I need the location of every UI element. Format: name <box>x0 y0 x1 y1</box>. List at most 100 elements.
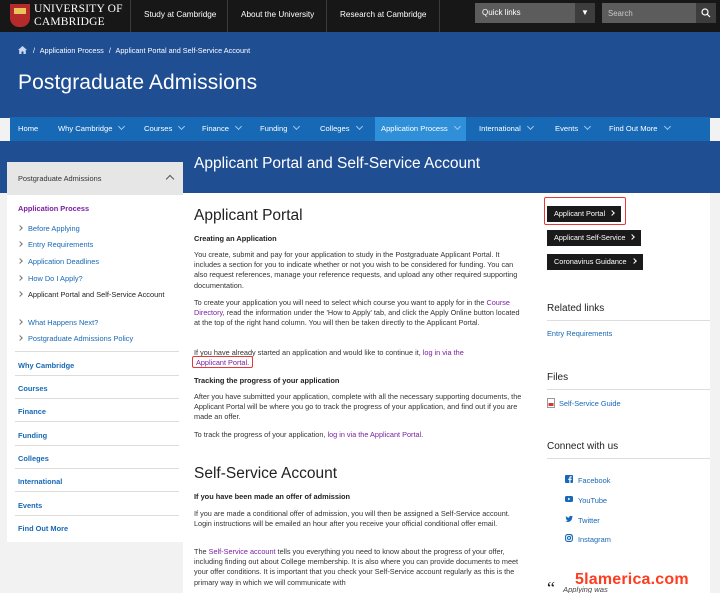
sidebar-item-label: What Happens Next? <box>28 318 99 327</box>
highlight-box-portal-button <box>544 197 626 225</box>
sidebar-item-applicant-portal[interactable]: Applicant Portal and Self-Service Accoun… <box>17 289 178 300</box>
nav-find-out-more[interactable]: Find Out More <box>609 117 671 141</box>
sidebar-item-label: Entry Requirements <box>28 240 94 249</box>
twitter-icon <box>565 515 573 522</box>
quick-links-label: Quick links <box>482 8 521 17</box>
home-icon[interactable] <box>18 46 27 54</box>
divider <box>15 491 179 492</box>
breadcrumb-separator: / <box>33 46 36 55</box>
portal-paragraph-1: You create, submit and pay for your appl… <box>194 250 518 290</box>
sidebar-header[interactable]: Postgraduate Admissions <box>7 162 183 195</box>
social-label: YouTube <box>578 496 608 505</box>
sidebar-section-finance[interactable]: Finance <box>18 407 46 416</box>
sidebar-header-label: Postgraduate Admissions <box>18 174 102 183</box>
social-instagram[interactable]: Instagram <box>565 534 611 544</box>
nav-colleges[interactable]: Colleges <box>320 117 363 141</box>
text: . <box>421 430 424 439</box>
portal-paragraph-2: To create your application you will need… <box>194 298 527 329</box>
instagram-icon <box>565 534 573 542</box>
sidebar-item-what-happens-next[interactable]: What Happens Next? <box>17 318 99 327</box>
applicant-self-service-button[interactable]: Applicant Self-Service <box>547 230 642 246</box>
nav-finance[interactable]: Finance <box>202 117 243 141</box>
login-portal-link-part-1[interactable]: log in via the <box>423 348 464 357</box>
search-button[interactable] <box>696 3 716 23</box>
button-label: Coronavirus Guidance <box>554 257 627 266</box>
divider <box>15 421 179 422</box>
topnav-research[interactable]: Research at Cambridge <box>326 0 441 32</box>
topnav-study[interactable]: Study at Cambridge <box>130 0 229 32</box>
related-link-entry-requirements[interactable]: Entry Requirements <box>547 329 612 338</box>
page-heading: Applicant Portal and Self-Service Accoun… <box>183 141 710 193</box>
sidebar-item-label: Applicant Portal and Self-Service Accoun… <box>28 290 165 299</box>
chevron-down-icon <box>584 122 592 131</box>
sidebar-section-application-process[interactable]: Application Process <box>18 204 89 213</box>
site-title[interactable]: Postgraduate Admissions <box>18 71 257 95</box>
portal-paragraph-5: To track the progress of your applicatio… <box>194 430 527 440</box>
sidebar-item-label: Postgraduate Admissions Policy <box>28 334 134 343</box>
nav-courses[interactable]: Courses <box>144 117 186 141</box>
breadcrumb-separator: / <box>108 46 111 55</box>
track-portal-link[interactable]: log in via the Applicant Portal <box>327 430 421 439</box>
topnav-about[interactable]: About the University <box>227 0 327 32</box>
sidebar-section-international[interactable]: International <box>18 477 62 486</box>
divider <box>15 445 179 446</box>
offer-heading: If you have been made an offer of admiss… <box>194 492 351 501</box>
sidebar-item-application-deadlines[interactable]: Application Deadlines <box>17 257 99 266</box>
divider <box>15 515 179 516</box>
chevron-down-icon <box>118 122 126 131</box>
social-twitter[interactable]: Twitter <box>565 515 600 525</box>
search-input[interactable] <box>602 3 696 23</box>
button-label: Applicant Self-Service <box>554 233 626 242</box>
facebook-icon <box>565 475 573 483</box>
sidebar-item-entry-requirements[interactable]: Entry Requirements <box>17 240 94 249</box>
self-service-account-link[interactable]: Self-Service account <box>209 547 276 556</box>
sidebar-section-funding[interactable]: Funding <box>18 431 47 440</box>
social-youtube[interactable]: YouTube <box>565 496 608 505</box>
chevron-right-icon <box>17 335 23 341</box>
sidebar-section-events[interactable]: Events <box>18 501 42 510</box>
coronavirus-guidance-button[interactable]: Coronavirus Guidance <box>547 254 643 270</box>
quick-links-select[interactable]: Quick links ▼ <box>475 3 595 23</box>
logo-line-2: CAMBRIDGE <box>34 15 105 28</box>
breadcrumb-application-process[interactable]: Application Process <box>40 46 104 55</box>
sidebar-item-label: Before Applying <box>28 224 80 233</box>
chevron-down-icon <box>663 122 671 131</box>
chevron-down-icon[interactable]: ▼ <box>575 3 595 23</box>
breadcrumb: / Application Process / Applicant Portal… <box>18 46 250 55</box>
sidebar-section-why-cambridge[interactable]: Why Cambridge <box>18 361 74 370</box>
crest-icon <box>10 4 30 27</box>
sidebar-section-find-out-more[interactable]: Find Out More <box>18 524 68 533</box>
social-facebook[interactable]: Facebook <box>565 475 610 485</box>
search-box <box>602 3 716 23</box>
nav-home[interactable]: Home <box>18 117 38 141</box>
quote-mark: “ <box>547 578 555 593</box>
chevron-right-icon <box>17 291 23 297</box>
sidebar-item-before-applying[interactable]: Before Applying <box>17 224 80 233</box>
nav-label: Application Process <box>381 124 448 133</box>
chevron-right-icon <box>17 241 23 247</box>
chevron-down-icon <box>293 122 301 131</box>
divider <box>15 375 179 376</box>
sidebar-item-admissions-policy[interactable]: Postgraduate Admissions Policy <box>17 334 134 343</box>
divider <box>547 458 710 459</box>
youtube-icon <box>565 496 573 502</box>
search-icon <box>701 8 711 18</box>
nav-application-process[interactable]: Application Process <box>375 117 466 141</box>
sidebar-item-how-do-i-apply[interactable]: How Do I Apply? <box>17 274 83 283</box>
file-self-service-guide[interactable]: Self-Service Guide <box>547 398 621 408</box>
chevron-down-icon <box>178 122 186 131</box>
nav-label: Find Out More <box>609 124 658 133</box>
divider <box>547 320 710 321</box>
sidebar-item-label: How Do I Apply? <box>28 274 83 283</box>
highlight-box-portal-link <box>192 356 253 368</box>
sidebar-section-colleges[interactable]: Colleges <box>18 454 49 463</box>
university-logo[interactable]: UNIVERSITY OF CAMBRIDGE <box>10 3 128 29</box>
nav-events[interactable]: Events <box>555 117 592 141</box>
nav-international[interactable]: International <box>479 117 534 141</box>
nav-funding[interactable]: Funding <box>260 117 301 141</box>
chevron-up-icon[interactable] <box>165 174 175 184</box>
nav-why-cambridge[interactable]: Why Cambridge <box>58 117 126 141</box>
divider <box>15 468 179 469</box>
chevron-down-icon <box>526 122 534 131</box>
sidebar-section-courses[interactable]: Courses <box>18 384 48 393</box>
